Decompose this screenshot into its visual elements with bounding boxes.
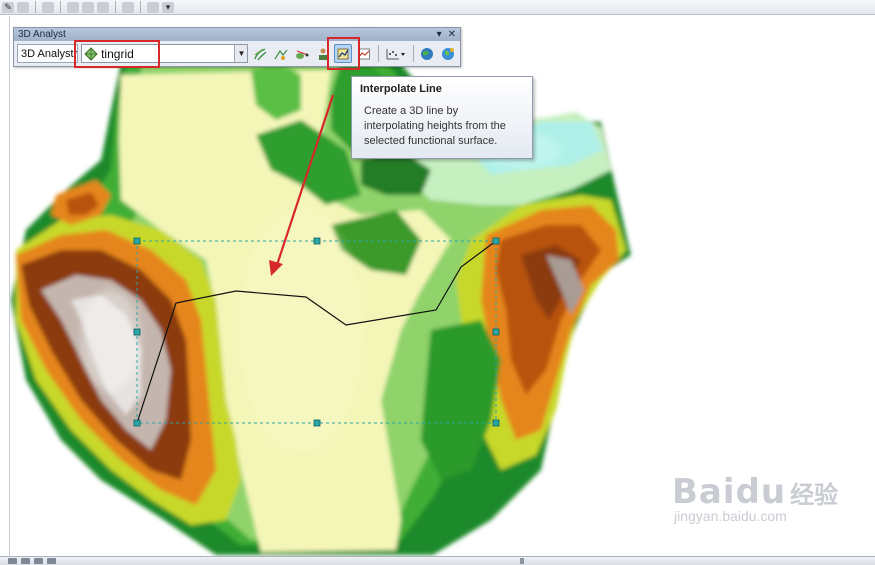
3d-analyst-menu[interactable]: 3D Analyst ▼ — [17, 44, 79, 63]
tooltip-line-2: interpolating heights from the — [364, 120, 506, 132]
observer-points-icon[interactable] — [314, 44, 332, 63]
toolbar-separator — [377, 45, 379, 62]
dropdown-arrow-icon: ▼ — [75, 50, 77, 57]
pause-icon[interactable] — [47, 558, 56, 564]
toolbar-titlebar[interactable]: 3D Analyst ▾ ✕ — [14, 28, 460, 41]
toolbar-separator — [412, 45, 414, 62]
toolbar-separator — [140, 1, 141, 13]
layout-view-icon[interactable] — [21, 558, 30, 564]
binoculars-icon[interactable] — [67, 1, 79, 13]
select-icon[interactable] — [82, 1, 94, 13]
arcglobe-icon[interactable] — [439, 44, 457, 63]
comment-icon[interactable] — [17, 1, 29, 13]
interpolate-line-icon[interactable] — [334, 44, 353, 63]
tooltip-description: Create a 3D line by interpolating height… — [360, 104, 524, 149]
toolbar-title: 3D Analyst — [18, 29, 66, 40]
table-icon[interactable] — [42, 1, 54, 13]
status-bar — [0, 556, 875, 565]
scrollbar-thumb[interactable] — [520, 558, 524, 564]
3d-analyst-toolbar[interactable]: 3D Analyst ▾ ✕ 3D Analyst ▼ tingrid ▼ — [13, 27, 461, 67]
data-view-icon[interactable] — [8, 558, 17, 564]
identify-icon[interactable] — [147, 1, 159, 13]
toolbar-row: 3D Analyst ▼ tingrid ▼ — [14, 41, 460, 66]
toolbar-separator — [115, 1, 116, 13]
measure-icon[interactable] — [122, 1, 134, 13]
arcscene-icon[interactable] — [419, 44, 437, 63]
layer-selector[interactable]: tingrid ▼ — [81, 44, 249, 63]
close-icon[interactable]: ✕ — [448, 29, 456, 40]
pencil-icon[interactable]: ✎ — [2, 1, 14, 13]
layer-selector-value: tingrid — [101, 46, 134, 61]
tin-layer-icon — [84, 46, 98, 61]
contour-icon[interactable] — [251, 44, 269, 63]
profile-graph-icon[interactable] — [355, 44, 373, 63]
point-tools-icon[interactable] — [384, 44, 408, 63]
toolbar-options-icon[interactable]: ▾ — [437, 29, 442, 40]
overflow-chevron-icon[interactable]: ▾ — [162, 1, 174, 13]
tooltip-line-1: Create a 3D line by — [364, 105, 459, 117]
refresh-icon[interactable] — [34, 558, 43, 564]
chevron-down-icon[interactable]: ▼ — [234, 45, 248, 62]
xy-icon[interactable] — [97, 1, 109, 13]
top-toolbar: ✎ ▾ — [0, 0, 875, 15]
toolbar-separator — [60, 1, 61, 13]
line-of-sight-icon[interactable] — [293, 44, 311, 63]
interpolate-line-tooltip: Interpolate Line Create a 3D line by int… — [351, 76, 533, 159]
tooltip-title: Interpolate Line — [360, 83, 442, 95]
toolbar-separator — [35, 1, 36, 13]
steepest-path-icon[interactable] — [272, 44, 290, 63]
3d-analyst-menu-label: 3D Analyst — [21, 47, 74, 60]
tooltip-line-3: selected functional surface. — [364, 135, 498, 147]
